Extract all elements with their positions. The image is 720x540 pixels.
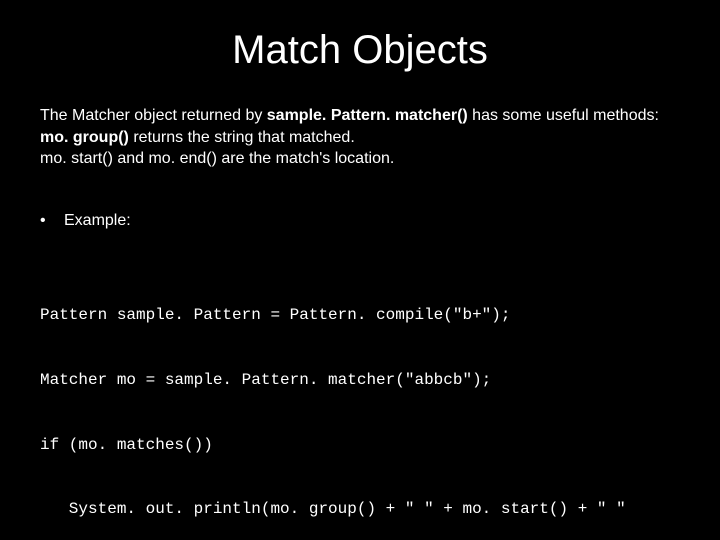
code-line: Matcher mo = sample. Pattern. matcher("a… [40, 370, 680, 392]
intro-text: The Matcher object returned by sample. P… [40, 105, 680, 170]
code-line: Pattern sample. Pattern = Pattern. compi… [40, 305, 680, 327]
text-bold: mo. group() [40, 129, 129, 146]
code-block: Pattern sample. Pattern = Pattern. compi… [40, 262, 680, 540]
intro-line-3: mo. start() and mo. end() are the match'… [40, 148, 680, 170]
code-line: if (mo. matches()) [40, 435, 680, 457]
text: The Matcher object returned by [40, 107, 267, 124]
text: returns the string that matched. [129, 129, 355, 146]
text-bold: sample. Pattern. matcher() [267, 107, 468, 124]
intro-line-2: mo. group() returns the string that matc… [40, 127, 680, 149]
example-label: Example: [64, 212, 131, 230]
intro-line-1: The Matcher object returned by sample. P… [40, 105, 680, 127]
slide: Match Objects The Matcher object returne… [0, 28, 720, 540]
slide-title: Match Objects [40, 28, 680, 73]
text: has some useful methods: [468, 107, 659, 124]
bullet-dot-icon: • [40, 212, 64, 230]
code-line: System. out. println(mo. group() + " " +… [40, 499, 680, 521]
example-bullet: • Example: [40, 212, 680, 230]
